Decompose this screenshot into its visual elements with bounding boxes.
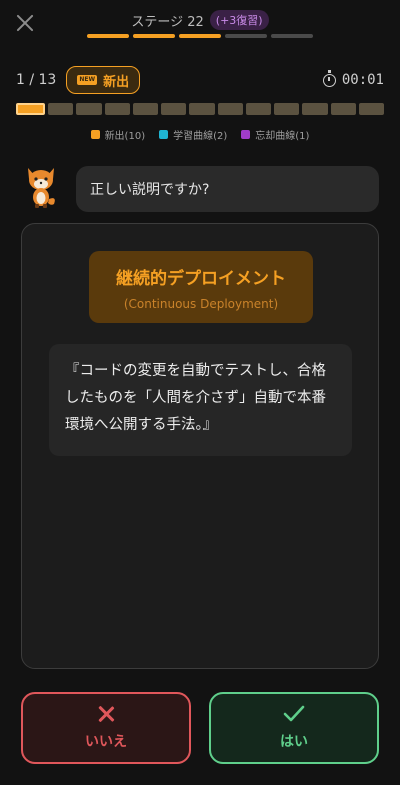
- progress-cell: [274, 103, 300, 115]
- legend-item: 忘却曲線(1): [241, 127, 309, 142]
- question-counter: 1 / 13: [16, 72, 57, 88]
- stage-segment: [225, 34, 267, 38]
- legend-label: 学習曲線(2): [173, 131, 228, 142]
- timer: 00:01: [322, 69, 384, 88]
- stage-title: ステージ 22: [131, 14, 204, 30]
- legend-label: 忘却曲線(1): [255, 131, 310, 142]
- stage-segment: [271, 34, 313, 38]
- legend-label: 新出(10): [104, 131, 146, 142]
- progress-cell: [48, 103, 74, 115]
- progress-cell: [217, 103, 243, 115]
- new-badge: NEW 新出: [66, 66, 141, 94]
- legend: 新出(10) 学習曲線(2) 忘却曲線(1): [0, 127, 400, 142]
- term-box: 継続的デプロイメント (Continuous Deployment): [89, 251, 313, 323]
- check-icon: [283, 705, 305, 722]
- question-bubble: 正しい説明ですか?: [76, 166, 379, 212]
- stage-segment: [179, 34, 221, 38]
- term-title: 継続的デプロイメント: [116, 269, 286, 289]
- legend-swatch: [90, 130, 100, 139]
- stopwatch-icon: [322, 69, 336, 87]
- progress-cell: [161, 103, 187, 115]
- status-row: 1 / 13 NEW 新出 00:01: [16, 66, 384, 94]
- stage-segment: [133, 34, 175, 38]
- legend-item: 学習曲線(2): [159, 127, 227, 142]
- x-icon: [97, 705, 115, 723]
- legend-swatch: [159, 130, 169, 139]
- yes-button-label: はい: [280, 734, 308, 750]
- no-button[interactable]: いいえ: [21, 692, 191, 764]
- new-icon: NEW: [77, 75, 98, 85]
- progress-cell-current: [16, 103, 46, 115]
- progress-cell: [330, 103, 356, 115]
- term-description: 『コードの変更を自動でテストし、合格したものを「人間を介さず」自動で本番環境へ公…: [49, 344, 352, 456]
- new-label: 新出: [103, 74, 130, 90]
- progress-cell: [76, 103, 102, 115]
- progress-cell: [358, 103, 385, 115]
- progress-cell: [302, 103, 328, 115]
- stage-segment: [87, 34, 129, 38]
- no-button-label: いいえ: [85, 734, 127, 750]
- stage-header: ステージ 22 (+3復習): [0, 10, 400, 30]
- legend-swatch: [241, 130, 251, 139]
- fox-mascot-icon: [28, 168, 55, 208]
- stage-progress: [87, 34, 313, 38]
- review-badge: (+3復習): [209, 10, 269, 30]
- legend-item: 新出(10): [90, 127, 146, 142]
- progress-cell: [132, 103, 159, 115]
- flashcard: 継続的デプロイメント (Continuous Deployment) 『コードの…: [21, 223, 379, 669]
- progress-cell: [245, 103, 272, 115]
- progress-cell: [189, 103, 215, 115]
- question-progress-bar: [16, 103, 385, 115]
- yes-button[interactable]: はい: [209, 692, 379, 764]
- term-english: (Continuous Deployment): [123, 297, 279, 311]
- timer-value: 00:01: [341, 72, 384, 88]
- progress-cell: [104, 103, 130, 115]
